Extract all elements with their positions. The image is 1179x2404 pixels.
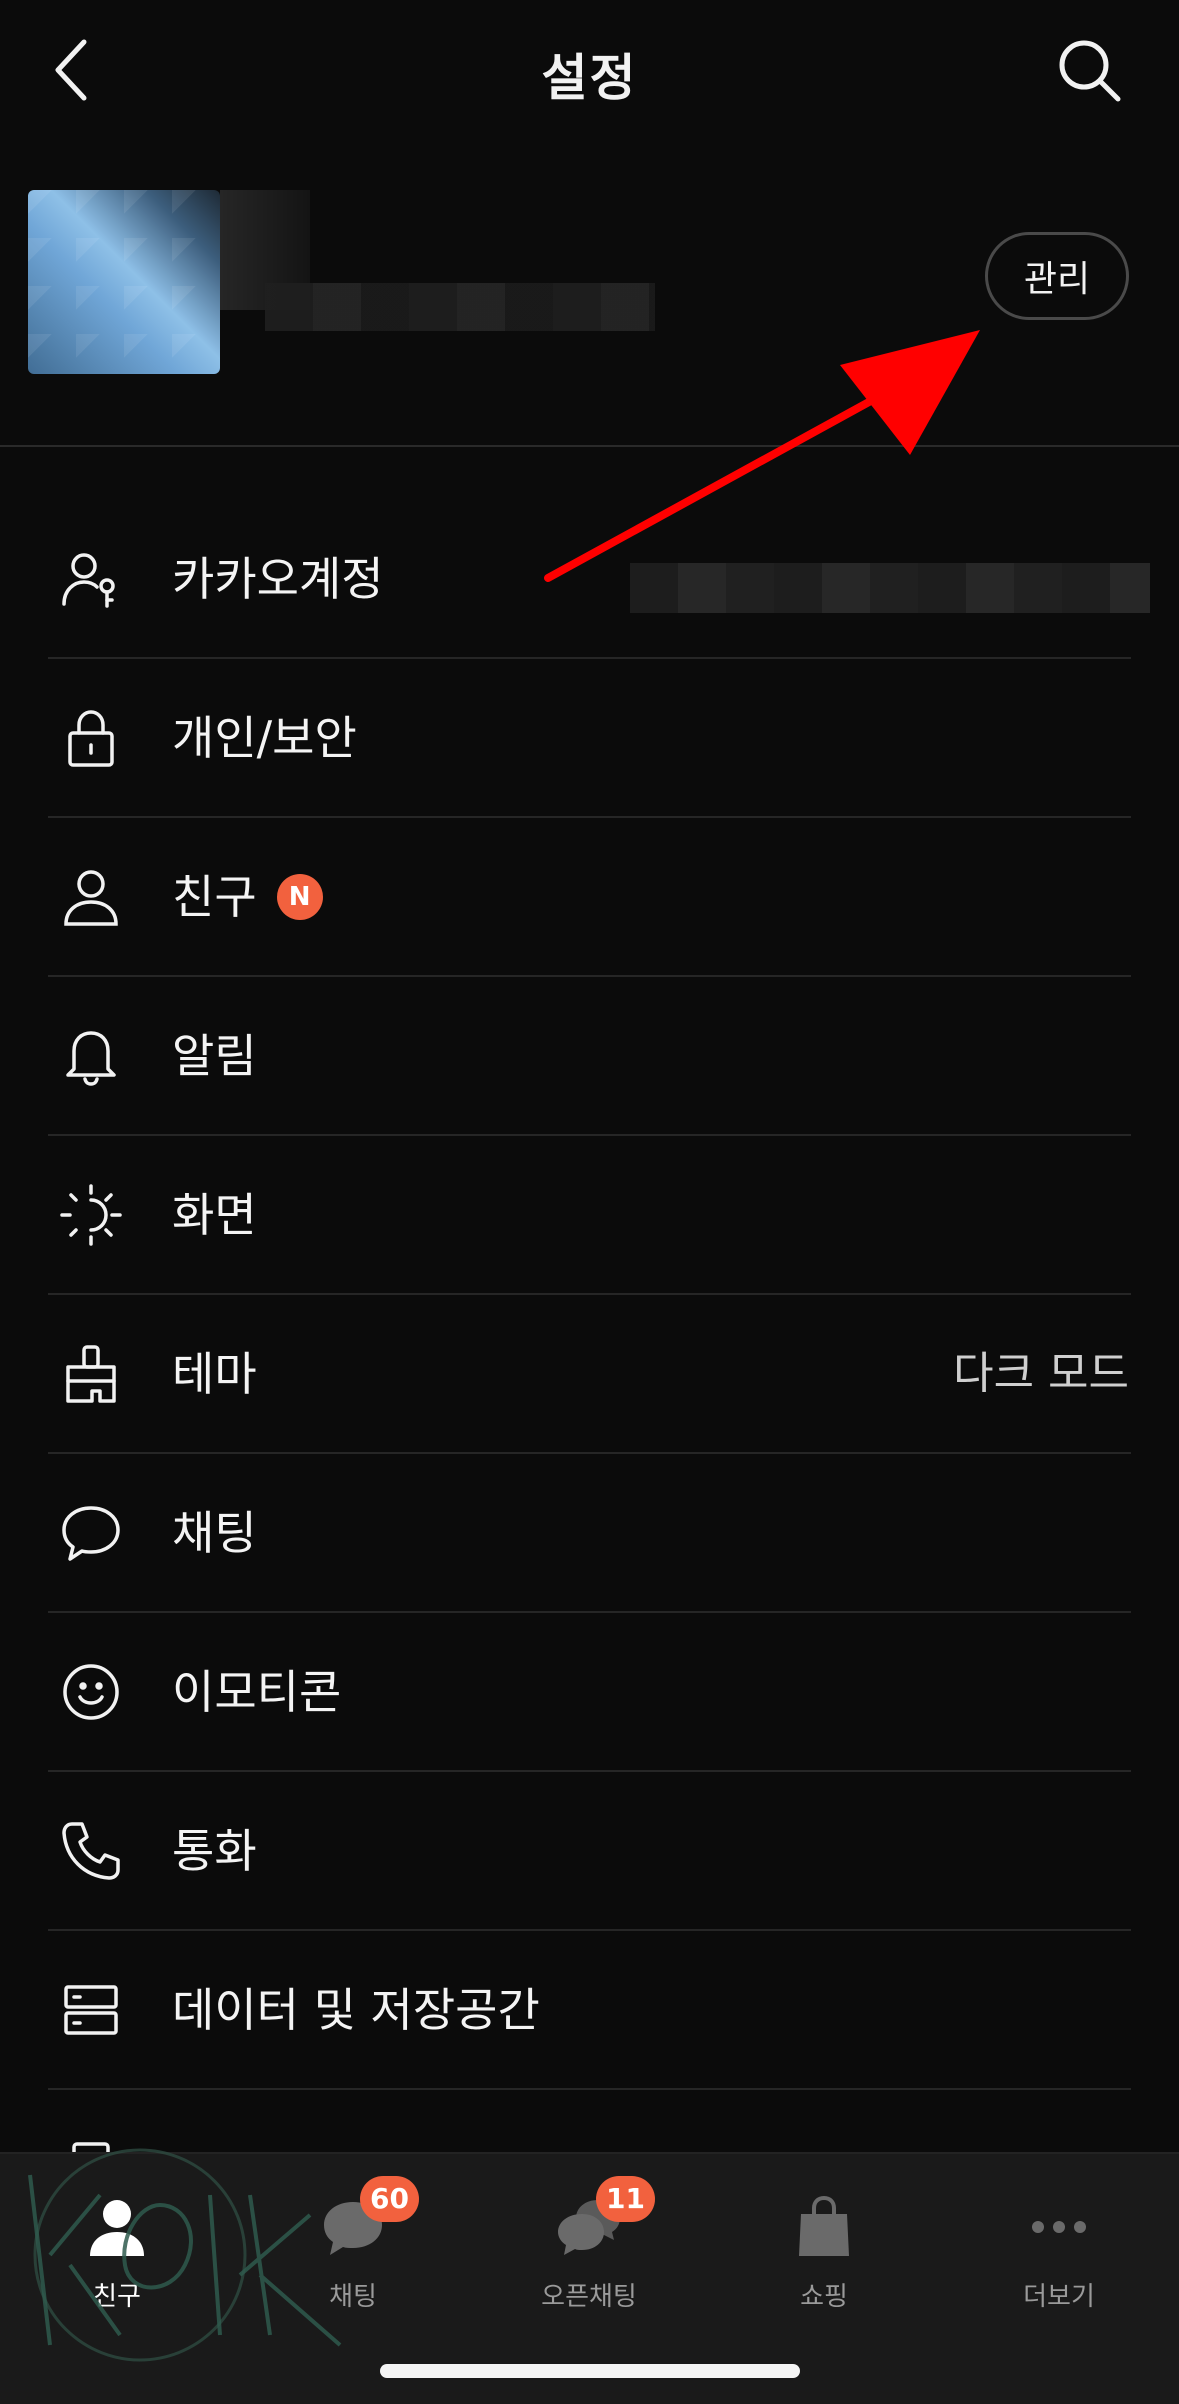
menu-item-friends[interactable]: 친구 N: [0, 818, 1179, 977]
home-indicator: [380, 2364, 800, 2378]
menu-item-account[interactable]: 카카오계정: [0, 500, 1179, 659]
shopping-bag-icon: [799, 2195, 849, 2256]
brightness-icon: [58, 1182, 124, 1248]
bell-icon: [58, 1023, 124, 1089]
top-bar: 설정: [0, 0, 1179, 140]
settings-menu: 카카오계정 개인/보안 친구 N 알림 화면 테마 다크 모드 채팅 이모티콘 …: [0, 500, 1179, 2170]
search-icon: [1059, 40, 1121, 102]
tab-label: 더보기: [1023, 2282, 1095, 2312]
tab-more[interactable]: 더보기: [964, 2176, 1154, 2336]
tab-label: 친구: [93, 2282, 141, 2312]
menu-label: 친구 N: [172, 864, 323, 930]
search-button[interactable]: [1049, 30, 1129, 110]
menu-item-chat[interactable]: 채팅: [0, 1454, 1179, 1613]
tab-label: 채팅: [329, 2282, 377, 2312]
storage-icon: [58, 1977, 124, 2043]
person-icon: [90, 2200, 144, 2256]
menu-label: 개인/보안: [172, 711, 357, 765]
menu-label: 테마: [172, 1347, 257, 1401]
lock-icon: [58, 705, 124, 771]
menu-label: 채팅: [172, 1506, 257, 1560]
unread-badge: 11: [596, 2176, 655, 2222]
account-email-redacted: [630, 563, 1150, 613]
menu-item-display[interactable]: 화면: [0, 1136, 1179, 1295]
menu-item-privacy[interactable]: 개인/보안: [0, 659, 1179, 818]
menu-item-call[interactable]: 통화: [0, 1772, 1179, 1931]
tab-shopping[interactable]: 쇼핑: [729, 2176, 919, 2336]
tab-chats[interactable]: 60 채팅: [258, 2176, 448, 2336]
unread-badge: 60: [360, 2176, 419, 2222]
menu-label: 데이터 및 저장공간: [172, 1983, 540, 2037]
menu-label: 이모티콘: [172, 1665, 342, 1719]
more-dots-icon: [1032, 2221, 1086, 2233]
page-title: 설정: [541, 49, 638, 107]
chat-bubble-icon: [58, 1500, 124, 1566]
menu-label: 화면: [172, 1188, 257, 1242]
brush-icon: [58, 1341, 124, 1407]
menu-item-data-storage[interactable]: 데이터 및 저장공간: [0, 1931, 1179, 2090]
menu-item-theme[interactable]: 테마 다크 모드: [0, 1295, 1179, 1454]
menu-item-emoticon[interactable]: 이모티콘: [0, 1613, 1179, 1772]
avatar[interactable]: [28, 190, 310, 374]
tab-openchat[interactable]: 11 오픈채팅: [494, 2176, 684, 2336]
tab-label: 오픈채팅: [541, 2282, 637, 2312]
smiley-icon: [58, 1659, 124, 1725]
person-icon: [58, 864, 124, 930]
menu-item-notifications[interactable]: 알림: [0, 977, 1179, 1136]
phone-icon: [58, 1818, 124, 1884]
menu-label: 통화: [172, 1824, 257, 1878]
menu-label: 알림: [172, 1029, 257, 1083]
tab-label: 쇼핑: [800, 2282, 848, 2312]
person-key-icon: [58, 546, 124, 612]
menu-label: 카카오계정: [172, 552, 384, 606]
profile-section[interactable]: 관리: [0, 140, 1179, 447]
manage-button[interactable]: 관리: [985, 232, 1129, 320]
theme-value: 다크 모드: [953, 1348, 1129, 1399]
profile-name-redacted: [265, 283, 655, 331]
tab-friends[interactable]: 친구: [22, 2176, 212, 2336]
new-badge: N: [276, 873, 323, 920]
